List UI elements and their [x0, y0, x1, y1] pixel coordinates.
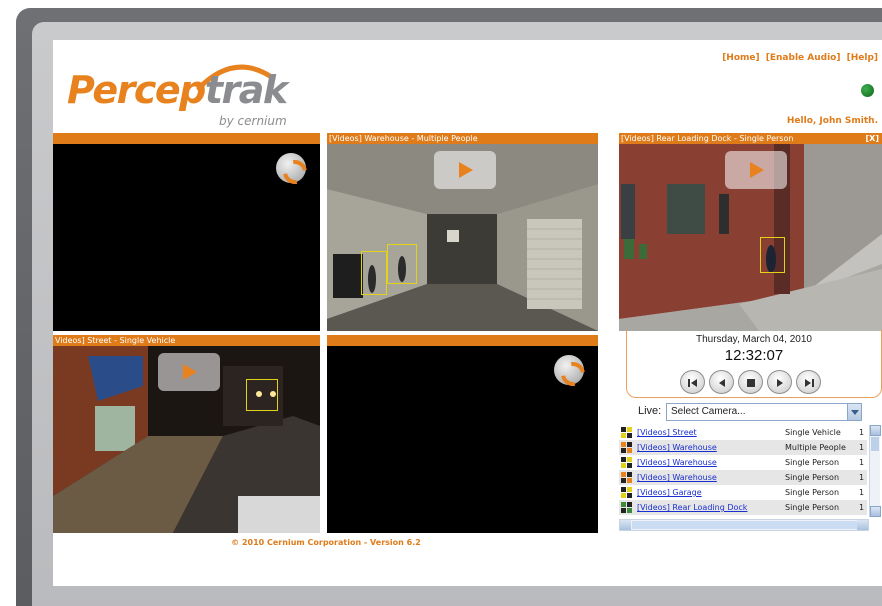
pane-title-bar: [Videos] Warehouse - Multiple People — [327, 133, 598, 144]
camera-thumbnail-icon — [621, 457, 632, 468]
close-pane-button[interactable]: [X] — [866, 133, 879, 144]
perceptrak-logo[interactable]: Perceptrak by cernium — [67, 52, 288, 136]
step-back-icon[interactable] — [709, 370, 734, 394]
tracking-box — [760, 237, 785, 273]
event-camera-link[interactable]: [Videos] Garage — [637, 485, 702, 500]
video-pane-1[interactable] — [53, 133, 320, 331]
pane-title: [Videos] Rear Loading Dock - Single Pers… — [621, 134, 794, 143]
pane-title: [Videos] Warehouse - Multiple People — [329, 134, 478, 143]
video-pane-warehouse[interactable]: [Videos] Warehouse - Multiple People — [327, 133, 598, 331]
playback-controls: Thursday, March 04, 2010 12:32:07 — [626, 330, 882, 398]
event-type: Single Person — [785, 473, 840, 482]
help-link[interactable]: [Help] — [847, 53, 878, 63]
scroll-thumb[interactable] — [871, 437, 879, 451]
logo-wordmark: Perceptrak — [67, 68, 288, 112]
camera-thumbnail-icon — [621, 442, 632, 453]
event-list: [Videos] Street Single Vehicle 1 [Videos… — [619, 425, 881, 517]
event-count: 1 — [859, 503, 865, 512]
event-list-hscroll[interactable] — [619, 519, 869, 531]
event-camera-link[interactable]: [Videos] Street — [637, 425, 697, 440]
event-count: 1 — [859, 443, 865, 452]
camera-thumbnail-icon — [621, 502, 632, 513]
scroll-up-icon[interactable] — [870, 425, 881, 436]
scroll-thumb[interactable] — [632, 521, 858, 529]
camera-select[interactable]: Select Camera... — [666, 403, 862, 421]
event-count: 1 — [859, 428, 865, 437]
scroll-left-icon[interactable] — [620, 520, 631, 530]
list-item[interactable]: [Videos] Warehouse Single Person 1 — [619, 455, 867, 470]
stop-icon[interactable] — [738, 370, 763, 394]
camera-select-value: Select Camera... — [671, 406, 746, 417]
event-count: 1 — [859, 458, 865, 467]
event-count: 1 — [859, 488, 865, 497]
camera-thumbnail-icon — [621, 472, 632, 483]
event-camera-link[interactable]: [Videos] Rear Loading Dock — [637, 500, 747, 515]
pane-title-bar: Videos] Street - Single Vehicle — [53, 335, 320, 346]
user-greeting: Hello, John Smith. — [786, 116, 878, 126]
pane-title: Videos] Street - Single Vehicle — [55, 336, 176, 345]
list-item[interactable]: [Videos] Warehouse Single Person 1 — [619, 470, 867, 485]
skip-back-icon[interactable] — [680, 370, 705, 394]
event-camera-link[interactable]: [Videos] Warehouse — [637, 455, 717, 470]
cernium-badge-icon — [276, 153, 306, 183]
tracking-box — [246, 379, 278, 411]
current-time: 12:32:07 — [724, 347, 784, 364]
video-pane-rear-loading-dock[interactable]: [Videos] Rear Loading Dock - Single Pers… — [619, 133, 882, 331]
video-pane-5[interactable] — [327, 335, 598, 533]
home-link[interactable]: [Home] — [722, 53, 759, 63]
copyright-footer: © 2010 Cernium Corporation - Version 6.2 — [231, 538, 421, 547]
tracking-box — [361, 251, 387, 295]
list-item[interactable]: [Videos] Warehouse Multiple People 1 — [619, 440, 867, 455]
chevron-down-icon[interactable] — [847, 404, 861, 420]
pane-title-bar — [327, 335, 598, 346]
event-type: Single Person — [785, 503, 840, 512]
transport-buttons — [680, 370, 821, 394]
event-camera-link[interactable]: [Videos] Warehouse — [637, 440, 717, 455]
camera-thumbnail-icon — [621, 427, 632, 438]
current-date: Thursday, March 04, 2010 — [696, 334, 812, 345]
skip-forward-icon[interactable] — [796, 370, 821, 394]
camera-thumbnail-icon — [621, 487, 632, 498]
header-links: [Home] [Enable Audio] [Help] — [719, 53, 878, 63]
tracking-box — [387, 244, 417, 284]
enable-audio-link[interactable]: [Enable Audio] — [766, 53, 841, 63]
list-item[interactable]: [Videos] Rear Loading Dock Single Person… — [619, 500, 867, 515]
event-type: Multiple People — [785, 443, 846, 452]
event-type: Single Vehicle — [785, 428, 841, 437]
event-camera-link[interactable]: [Videos] Warehouse — [637, 470, 717, 485]
event-count: 1 — [859, 473, 865, 482]
live-label: Live: — [638, 405, 662, 417]
play-video-button[interactable] — [434, 151, 496, 189]
event-type: Single Person — [785, 488, 840, 497]
event-type: Single Person — [785, 458, 840, 467]
cernium-badge-icon — [554, 355, 584, 385]
pane-title-bar: [Videos] Rear Loading Dock - Single Pers… — [619, 133, 882, 144]
play-icon[interactable] — [767, 370, 792, 394]
list-item[interactable]: [Videos] Street Single Vehicle 1 — [619, 425, 867, 440]
pane-title-bar — [53, 133, 320, 144]
video-pane-street[interactable]: Videos] Street - Single Vehicle — [53, 335, 320, 533]
event-list-vscroll[interactable] — [869, 425, 881, 517]
scroll-right-icon[interactable] — [857, 520, 868, 530]
list-item[interactable]: [Videos] Garage Single Person 1 — [619, 485, 867, 500]
logo-byline: by cernium — [219, 114, 287, 128]
scroll-down-icon[interactable] — [870, 506, 881, 517]
connection-status-icon — [861, 84, 874, 97]
play-video-button[interactable] — [158, 353, 220, 391]
play-video-button[interactable] — [725, 151, 787, 189]
